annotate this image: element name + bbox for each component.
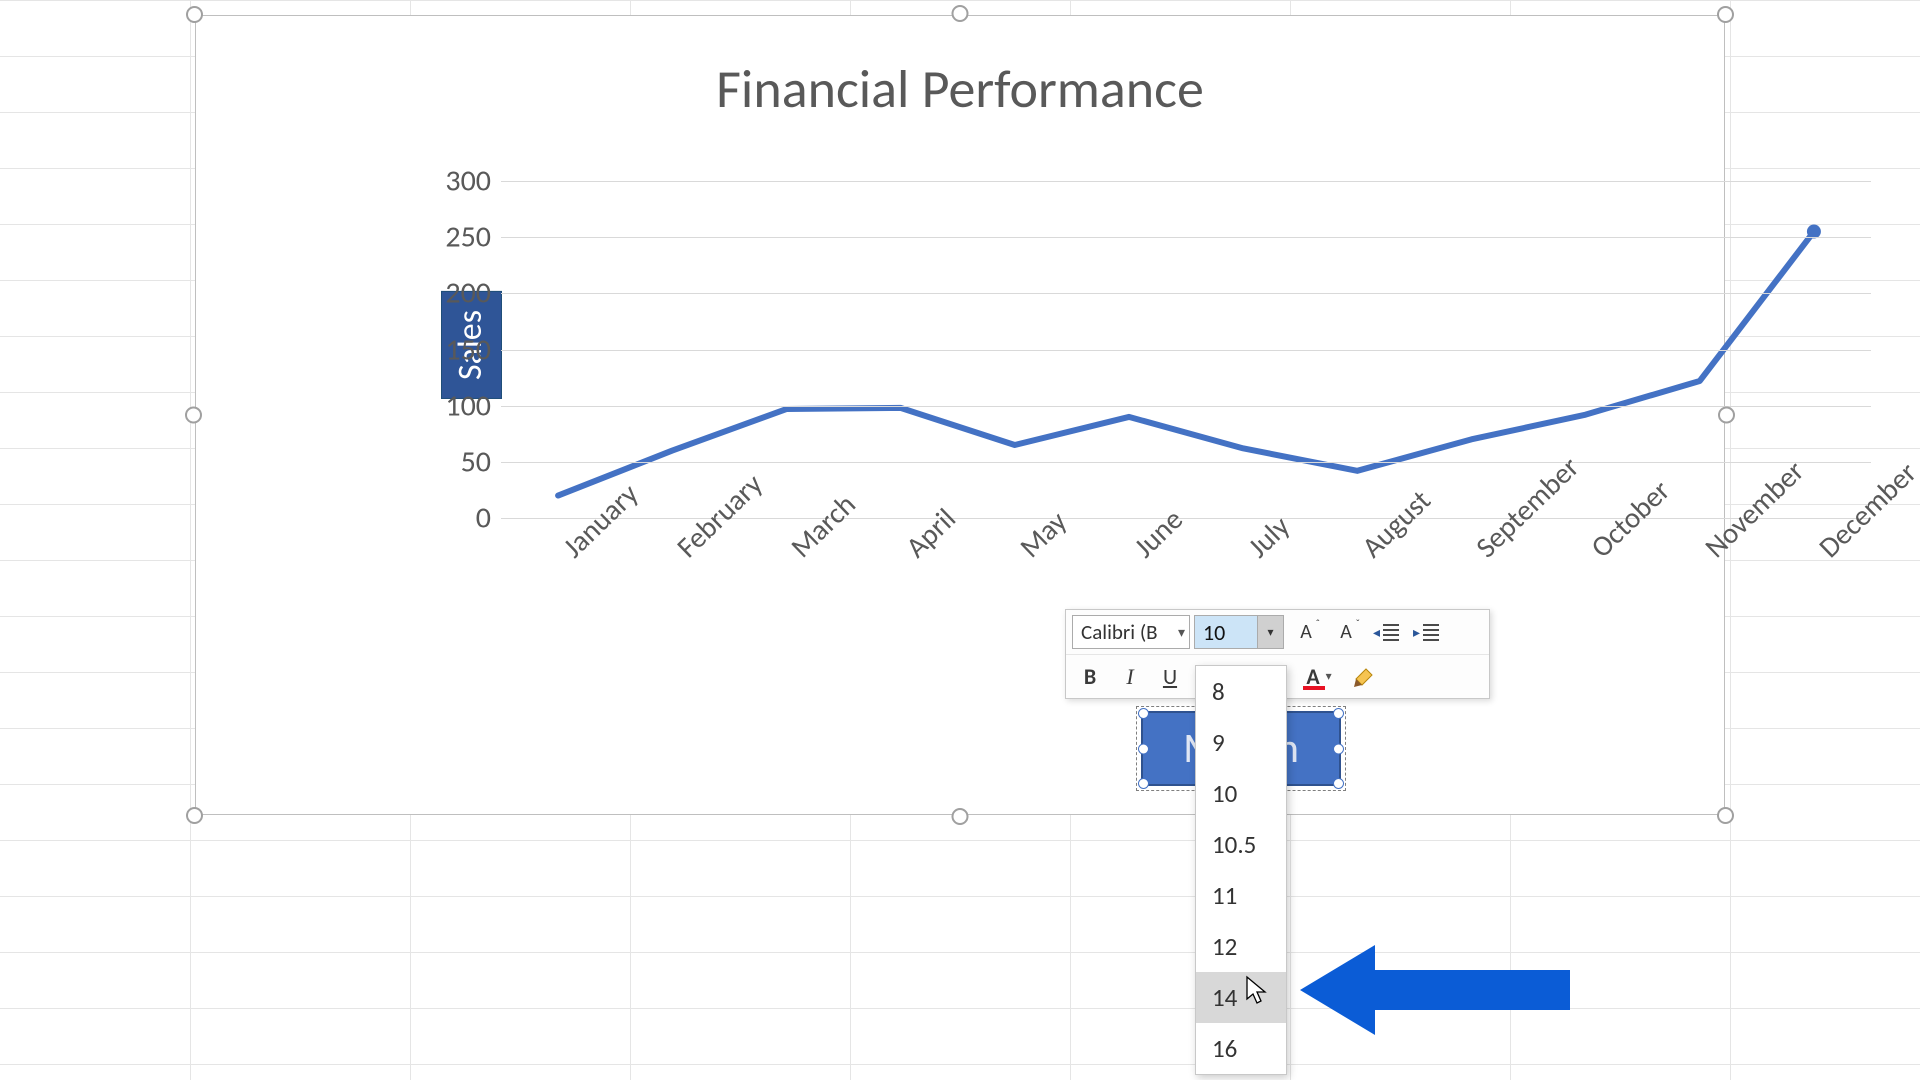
x-tick-label: October xyxy=(1583,539,1608,565)
y-tick-label: 250 xyxy=(431,219,491,256)
gridline xyxy=(501,462,1871,463)
chart-resize-handle[interactable] xyxy=(1717,807,1734,824)
chart-resize-handle[interactable] xyxy=(1718,407,1735,424)
x-tick-label: June xyxy=(1126,539,1151,565)
cursor-icon xyxy=(1245,975,1269,1005)
arrow-left-icon: ◂ xyxy=(1373,624,1380,641)
chart-title[interactable]: Financial Performance xyxy=(196,56,1724,122)
font-size-dropdown-button[interactable]: ▾ xyxy=(1257,616,1283,648)
font-size-option[interactable]: 16 xyxy=(1196,1023,1286,1074)
annotation-arrow xyxy=(1300,930,1580,1050)
gridline xyxy=(501,406,1871,407)
gridline xyxy=(501,350,1871,351)
y-tick-label: 100 xyxy=(431,387,491,424)
gridline xyxy=(501,293,1871,294)
x-tick-label: September xyxy=(1468,539,1493,565)
x-tick-label: February xyxy=(669,539,694,565)
italic-button[interactable]: I xyxy=(1112,660,1148,694)
caret-up-icon: ˆ xyxy=(1316,617,1320,630)
axis-title-handle[interactable] xyxy=(1333,708,1344,719)
font-size-option[interactable]: 10.5 xyxy=(1196,819,1286,870)
font-color-button[interactable]: A ▾ xyxy=(1296,660,1342,694)
y-tick-label: 150 xyxy=(431,331,491,368)
x-tick-label: December xyxy=(1811,539,1836,565)
font-size-option[interactable]: 14 xyxy=(1196,972,1286,1023)
x-tick-label: August xyxy=(1354,539,1379,565)
font-size-combobox[interactable]: 10 ▾ xyxy=(1194,615,1284,649)
font-family-combobox[interactable]: Calibri (B ▾ xyxy=(1072,615,1190,649)
axis-title-handle[interactable] xyxy=(1138,708,1149,719)
gridline xyxy=(501,181,1871,182)
gridline xyxy=(501,237,1871,238)
chart-resize-handle[interactable] xyxy=(1717,6,1734,23)
color-swatch xyxy=(1303,686,1325,690)
chart-object[interactable]: Financial Performance Sales 050100150200… xyxy=(185,5,1735,825)
arrow-right-icon: ▸ xyxy=(1413,624,1420,641)
lines-icon xyxy=(1423,624,1439,641)
y-tick-label: 200 xyxy=(431,275,491,312)
font-family-value: Calibri (B xyxy=(1081,619,1158,645)
grow-font-button[interactable]: Aˆ xyxy=(1288,615,1324,649)
caret-down-icon: ˇ xyxy=(1356,617,1360,630)
format-painter-button[interactable] xyxy=(1346,660,1382,694)
paintbrush-icon xyxy=(1352,665,1376,689)
x-tick-label: April xyxy=(898,539,923,565)
lines-icon xyxy=(1383,624,1399,641)
chart-resize-handle[interactable] xyxy=(186,807,203,824)
chevron-down-icon: ▾ xyxy=(1178,624,1185,641)
font-size-dropdown-list[interactable]: 891010.511121416 xyxy=(1195,665,1287,1075)
axis-title-handle[interactable] xyxy=(1138,743,1149,754)
y-tick-label: 0 xyxy=(431,500,491,537)
axis-title-handle[interactable] xyxy=(1333,743,1344,754)
font-size-option[interactable]: 8 xyxy=(1196,666,1286,717)
font-size-input[interactable]: 10 xyxy=(1195,616,1257,648)
font-size-option[interactable]: 11 xyxy=(1196,870,1286,921)
x-tick-label: January xyxy=(555,539,580,565)
shrink-font-button[interactable]: Aˇ xyxy=(1328,615,1364,649)
axis-title-handle[interactable] xyxy=(1333,778,1344,789)
chart-resize-handle[interactable] xyxy=(185,407,202,424)
decrease-indent-button[interactable]: ◂ xyxy=(1368,615,1404,649)
bold-button[interactable]: B xyxy=(1072,660,1108,694)
underline-button[interactable]: U xyxy=(1152,660,1188,694)
chart-resize-handle[interactable] xyxy=(952,808,969,825)
font-size-option[interactable]: 12 xyxy=(1196,921,1286,972)
chevron-down-icon: ▾ xyxy=(1326,669,1332,684)
x-tick-label: July xyxy=(1240,539,1265,565)
x-tick-label: November xyxy=(1697,539,1722,565)
y-tick-label: 50 xyxy=(431,443,491,480)
x-tick-label: May xyxy=(1012,539,1037,565)
y-tick-label: 300 xyxy=(431,163,491,200)
font-size-option[interactable]: 10 xyxy=(1196,768,1286,819)
chart-resize-handle[interactable] xyxy=(952,5,969,22)
font-size-option[interactable]: 9 xyxy=(1196,717,1286,768)
plot-area[interactable]: 050100150200250300 xyxy=(501,181,1871,518)
axis-title-handle[interactable] xyxy=(1138,778,1149,789)
increase-indent-button[interactable]: ▸ xyxy=(1408,615,1444,649)
x-tick-label: March xyxy=(783,539,808,565)
chart-resize-handle[interactable] xyxy=(186,6,203,23)
chart-frame[interactable]: Financial Performance Sales 050100150200… xyxy=(195,15,1725,815)
